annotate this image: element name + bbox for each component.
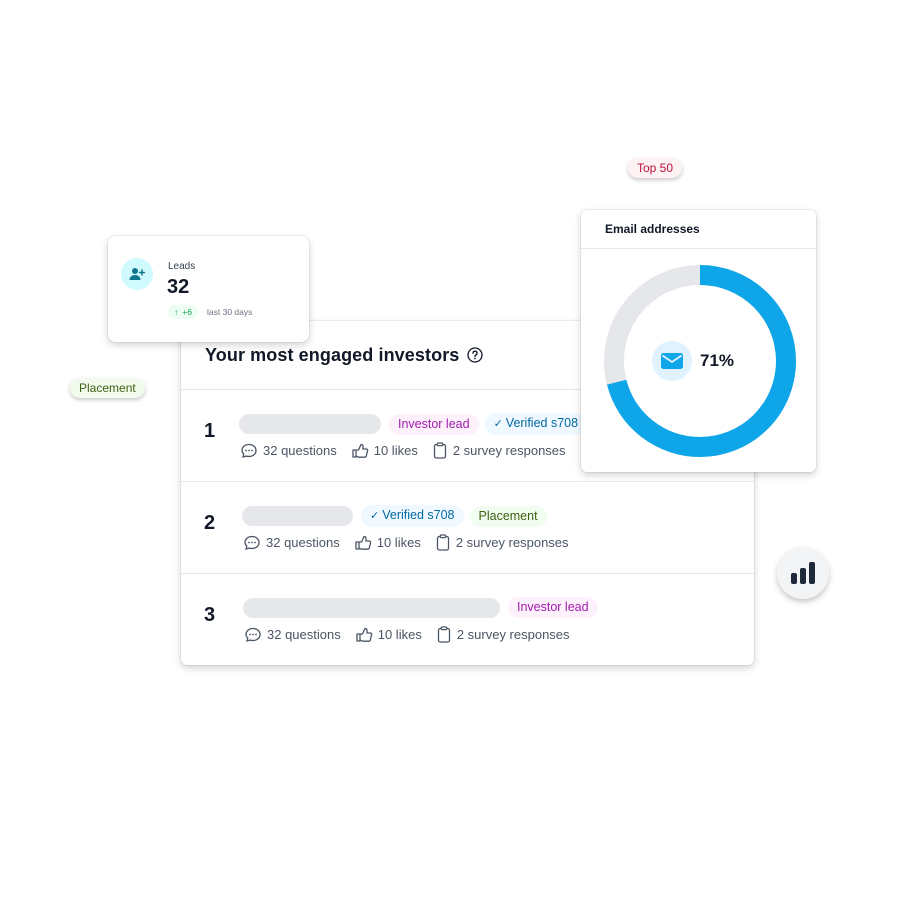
placement-tag: Placement: [469, 505, 547, 527]
questions-count: 32 questions: [267, 627, 341, 642]
questions-count: 32 questions: [263, 443, 337, 458]
investor-name-placeholder: [239, 414, 381, 434]
check-icon: ✓: [493, 418, 503, 430]
likes-count: 10 likes: [377, 627, 422, 642]
clipboard-icon: [436, 534, 449, 551]
donut-center: 71%: [652, 341, 734, 381]
thumbs-up-icon: [355, 535, 372, 550]
investor-lead-tag: Investor lead: [389, 413, 479, 435]
likes-stat: 10 likes: [355, 627, 422, 643]
likes-count: 10 likes: [373, 443, 418, 458]
surveys-stat: 2 survey responses: [436, 626, 570, 643]
investor-row[interactable]: 2 ✓ Verified s708 Placement 32 questions …: [181, 482, 754, 574]
envelope-icon: [652, 341, 692, 381]
clipboard-icon: [433, 442, 446, 459]
clipboard-icon: [437, 626, 450, 643]
investor-row[interactable]: 3 Investor lead 32 questions 10 likes 2 …: [181, 574, 754, 665]
question-circle-icon[interactable]: [467, 347, 484, 363]
likes-stat: 10 likes: [354, 535, 421, 551]
investors-card-title: Your most engaged investors: [205, 344, 460, 365]
surveys-count: 2 survey responses: [456, 627, 570, 642]
questions-count: 32 questions: [266, 535, 340, 550]
likes-stat: 10 likes: [351, 443, 418, 459]
likes-count: 10 likes: [376, 535, 421, 550]
questions-stat: 32 questions: [244, 627, 341, 643]
bar-chart-icon: [791, 562, 815, 584]
leads-delta-badge: ↑ +6: [168, 305, 198, 319]
investor-name-placeholder: [242, 506, 353, 526]
surveys-stat: 2 survey responses: [432, 442, 566, 459]
investor-rank: 1: [204, 420, 216, 442]
email-addresses-card: Email addresses 71%: [581, 210, 816, 472]
thumbs-up-icon: [352, 443, 369, 458]
top50-badge: Top 50: [628, 158, 683, 178]
user-plus-icon: [121, 258, 153, 290]
surveys-count: 2 survey responses: [452, 443, 566, 458]
chat-bubble-icon: [241, 443, 257, 458]
questions-stat: 32 questions: [240, 443, 337, 459]
analytics-button[interactable]: [777, 547, 829, 599]
investor-lead-tag: Investor lead: [508, 597, 598, 618]
thumbs-up-icon: [356, 627, 373, 642]
placement-badge: Placement: [70, 378, 145, 398]
arrow-up-icon: ↑: [174, 307, 179, 317]
leads-label: Leads: [168, 261, 196, 272]
investor-rank: 2: [204, 512, 216, 534]
leads-value: 32: [167, 276, 190, 298]
verified-tag: ✓ Verified s708: [361, 505, 464, 527]
verified-tag: ✓ Verified s708: [484, 413, 588, 435]
surveys-count: 2 survey responses: [455, 535, 569, 550]
questions-stat: 32 questions: [243, 535, 340, 551]
verified-tag-label: Verified s708: [382, 508, 455, 522]
investor-name-placeholder: [243, 597, 500, 618]
check-icon: ✓: [370, 510, 380, 522]
chat-bubble-icon: [244, 535, 260, 550]
surveys-stat: 2 survey responses: [435, 534, 569, 551]
chat-bubble-icon: [245, 627, 261, 642]
investor-rank: 3: [204, 604, 216, 626]
email-percent: 71%: [700, 351, 735, 370]
leads-card: Leads 32 ↑ +6 last 30 days: [108, 236, 309, 342]
leads-delta-value: +6: [182, 307, 192, 317]
leads-period: last 30 days: [207, 307, 253, 317]
verified-tag-label: Verified s708: [505, 416, 579, 430]
email-card-title: Email addresses: [581, 210, 816, 249]
